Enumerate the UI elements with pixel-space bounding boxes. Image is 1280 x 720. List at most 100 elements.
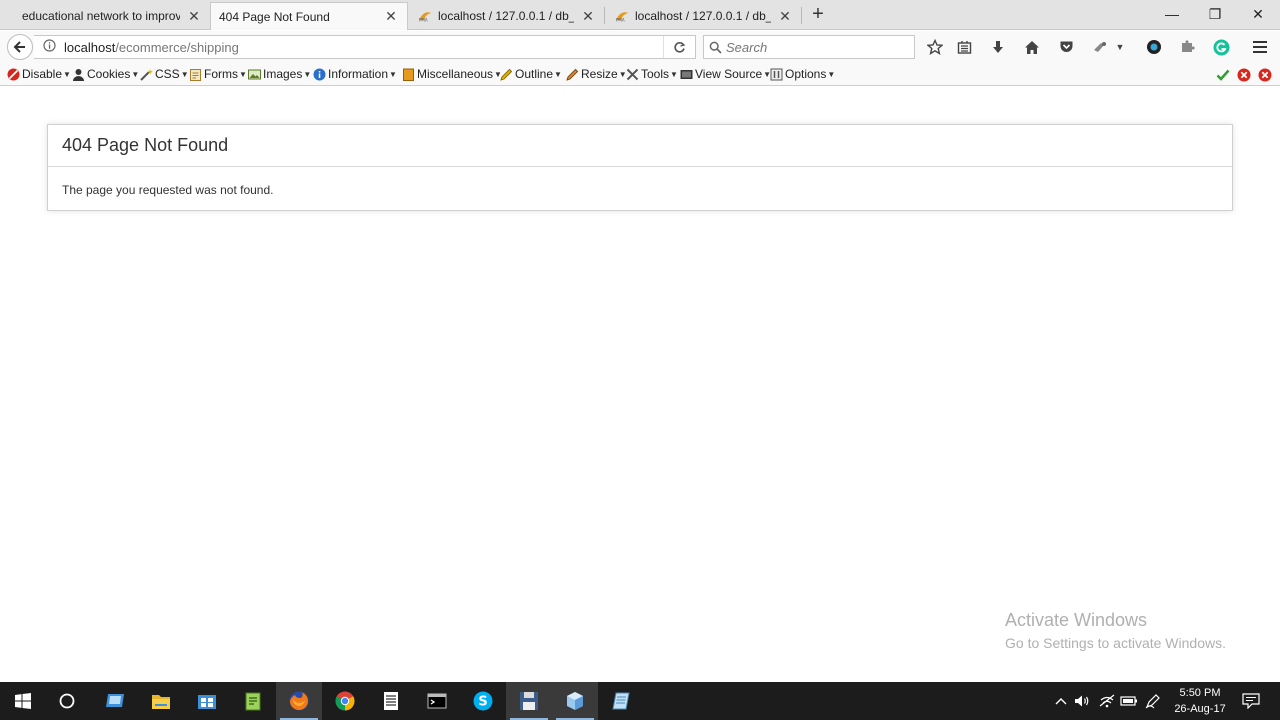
notebook-app[interactable] — [598, 682, 644, 720]
windows-logo-icon — [15, 693, 31, 709]
clock-time: 5:50 PM — [1179, 687, 1221, 699]
tab-phpmyadmin-1[interactable]: PMA localhost / 127.0.0.1 / db_ci_ ✕ — [410, 2, 604, 30]
svg-text:S: S — [478, 695, 487, 710]
store-icon — [198, 695, 216, 709]
tab-separator — [801, 7, 802, 24]
tab-404-page[interactable]: 404 Page Not Found ✕ — [210, 2, 408, 30]
maximize-button[interactable]: ❐ — [1193, 0, 1237, 28]
reload-icon — [674, 41, 686, 53]
web-developer-toolbar: Disable ▼ Cookies ▼ CSS ▼ Forms ▼ Images ▼ In… — [0, 63, 1280, 86]
volume-icon[interactable] — [1072, 682, 1094, 720]
file-explorer-app[interactable] — [138, 682, 184, 720]
validation-ok-icon[interactable] — [1215, 67, 1231, 83]
close-icon[interactable]: ✕ — [186, 8, 202, 25]
devbar-tools-menu[interactable]: Tools ▼ — [626, 67, 678, 81]
grammarly-icon[interactable] — [1210, 36, 1232, 58]
devbar-resize-menu[interactable]: Resize ▼ — [566, 67, 627, 81]
home-icon[interactable] — [1021, 36, 1043, 58]
devbar-label: Cookies — [87, 67, 131, 81]
disable-icon — [7, 68, 20, 80]
start-button[interactable] — [0, 682, 46, 720]
tools-icon — [626, 68, 639, 80]
close-icon[interactable]: ✕ — [777, 8, 793, 25]
devbar-options-menu[interactable]: Options ▼ — [770, 67, 835, 81]
arrow-left-icon — [13, 41, 25, 53]
notepad-plus-app[interactable] — [230, 682, 276, 720]
cortana-button[interactable] — [44, 682, 90, 720]
notebook-icon — [612, 692, 630, 710]
activate-windows-watermark: Activate Windows Go to Settings to activ… — [1005, 610, 1226, 651]
back-button[interactable] — [7, 34, 33, 60]
task-view-app[interactable] — [92, 682, 138, 720]
monitor-app-icon — [106, 694, 124, 707]
devbar-miscellaneous-menu[interactable]: Miscellaneous ▼ — [402, 67, 502, 81]
devbar-outline-menu[interactable]: Outline ▼ — [500, 67, 562, 81]
info-icon[interactable] — [38, 39, 60, 55]
resize-icon — [566, 68, 579, 81]
address-bar[interactable]: localhost/ecommerce/shipping — [34, 35, 696, 59]
bookmark-star-icon[interactable] — [924, 36, 946, 58]
url-path: /ecommerce/shipping — [115, 39, 239, 55]
tab-phpmyadmin-2[interactable]: PMA localhost / 127.0.0.1 / db_ci_ ✕ — [607, 2, 801, 30]
cube-icon — [567, 692, 583, 710]
close-icon[interactable]: ✕ — [580, 8, 596, 25]
store-app[interactable] — [184, 682, 230, 720]
tab-title: 404 Page Not Found — [219, 9, 330, 24]
chevron-down-icon[interactable]: ▼ — [1113, 36, 1127, 58]
close-icon[interactable]: ✕ — [383, 8, 399, 25]
pocket-icon[interactable] — [1055, 36, 1077, 58]
extension-icon[interactable] — [1089, 36, 1111, 58]
tab-title: localhost / 127.0.0.1 / db_ci_ — [635, 9, 771, 23]
sublime-app[interactable] — [368, 682, 414, 720]
skype-app[interactable]: S — [460, 682, 506, 720]
pen-ink-icon[interactable] — [1142, 682, 1164, 720]
devbar-forms-menu[interactable]: Forms ▼ — [189, 67, 247, 81]
options-icon — [770, 68, 783, 80]
js-error-icon[interactable] — [1257, 67, 1273, 83]
clock-date: 26-Aug-17 — [1174, 703, 1226, 715]
new-tab-button[interactable]: + — [808, 4, 828, 26]
bookmarks-list-icon[interactable] — [953, 36, 975, 58]
devbar-view-source-menu[interactable]: View Source ▼ — [680, 67, 771, 81]
devbar-information-menu[interactable]: Information ▼ — [313, 67, 397, 81]
download-icon[interactable] — [987, 36, 1009, 58]
phpmyadmin-icon: PMA — [615, 10, 629, 22]
battery-icon[interactable] — [1118, 682, 1140, 720]
reload-button[interactable] — [663, 36, 695, 58]
devbar-label: Forms — [204, 67, 238, 81]
close-window-button[interactable]: ✕ — [1236, 0, 1280, 28]
tab-educational-network[interactable]: educational network to improve ✕ — [14, 2, 210, 30]
hamburger-menu-icon[interactable] — [1249, 36, 1271, 58]
taskbar-clock[interactable]: 5:50 PM 26-Aug-17 — [1166, 685, 1234, 717]
css-error-icon[interactable] — [1236, 67, 1252, 83]
watermark-subtitle: Go to Settings to activate Windows. — [1005, 635, 1226, 651]
devbar-label: Disable — [22, 67, 63, 81]
search-icon — [704, 41, 726, 54]
notepad-plus-icon — [245, 692, 261, 711]
url-text[interactable]: localhost/ecommerce/shipping — [60, 40, 663, 55]
tab-separator — [604, 7, 605, 24]
view-source-icon — [680, 69, 693, 79]
chrome-app[interactable] — [322, 682, 368, 720]
devbar-cookies-menu[interactable]: Cookies ▼ — [72, 67, 139, 81]
devbar-images-menu[interactable]: Images ▼ — [248, 67, 311, 81]
browser-extension-icon[interactable] — [1143, 36, 1165, 58]
show-hidden-icons-button[interactable] — [1052, 682, 1070, 720]
puzzle-extension-icon[interactable] — [1176, 36, 1198, 58]
error-message: The page you requested was not found. — [62, 183, 274, 197]
devbar-label: View Source — [695, 67, 763, 81]
chevron-down-icon: ▼ — [180, 69, 189, 79]
forms-icon — [190, 68, 201, 81]
chevron-down-icon: ▼ — [131, 69, 140, 79]
virtualbox-app[interactable] — [552, 682, 598, 720]
command-prompt-app[interactable] — [414, 682, 460, 720]
wifi-icon[interactable] — [1096, 682, 1118, 720]
minimize-button[interactable]: — — [1150, 0, 1194, 28]
floppy-app[interactable] — [506, 682, 552, 720]
devbar-css-menu[interactable]: CSS ▼ — [140, 67, 189, 81]
firefox-app[interactable] — [276, 682, 322, 720]
folder-icon — [152, 694, 170, 709]
action-center-icon[interactable] — [1238, 682, 1264, 720]
search-bar[interactable]: Search — [703, 35, 915, 59]
devbar-disable-menu[interactable]: Disable ▼ — [7, 67, 71, 81]
